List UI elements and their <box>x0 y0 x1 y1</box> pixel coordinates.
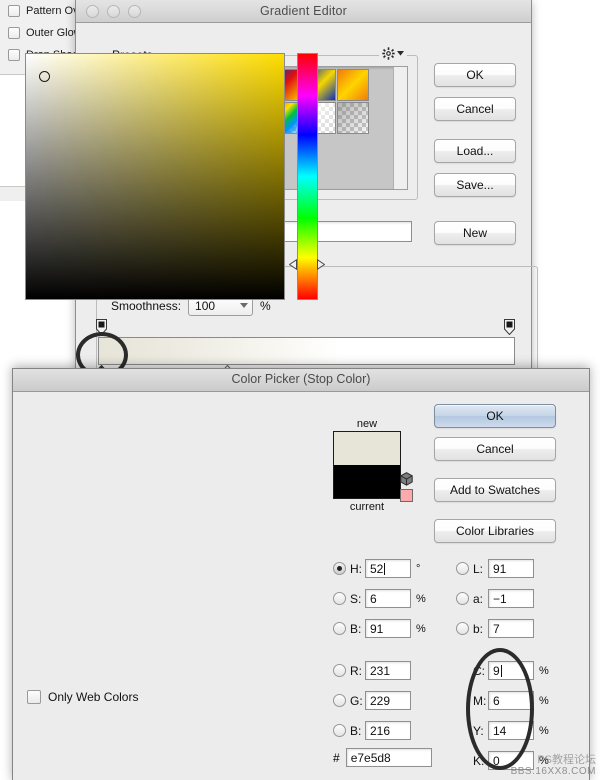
hue-marker-right-icon[interactable] <box>317 258 325 270</box>
black-unit: % <box>539 754 549 767</box>
brightness-label: B: <box>350 621 362 636</box>
gradient-editor-new-button[interactable]: New <box>434 221 516 245</box>
gradient-editor-cancel-button[interactable]: Cancel <box>434 97 516 121</box>
field-row-saturation[interactable]: S: 6 % <box>333 589 426 608</box>
radio-brightness[interactable] <box>333 622 346 635</box>
gradient-editor-save-button[interactable]: Save... <box>434 173 516 197</box>
field-row-red[interactable]: R: 231 <box>333 661 411 680</box>
checkbox-outer-glow[interactable] <box>8 27 20 39</box>
field-row-lab-b[interactable]: b: 7 <box>456 619 534 638</box>
field-row-hue[interactable]: H: 52 ° <box>333 559 420 578</box>
only-web-colors-label: Only Web Colors <box>48 690 139 704</box>
field-row-blue[interactable]: B: 216 <box>333 721 411 740</box>
gradient-editor-ok-button[interactable]: OK <box>434 63 516 87</box>
color-picker-color-libraries-button[interactable]: Color Libraries <box>434 519 556 543</box>
saturation-value-field[interactable] <box>25 53 285 300</box>
radio-green[interactable] <box>333 694 346 707</box>
field-row-lab-a[interactable]: a: −1 <box>456 589 534 608</box>
gradient-editor-title: Gradient Editor <box>259 4 348 18</box>
color-picker-cancel-button[interactable]: Cancel <box>434 437 556 461</box>
sv-marker-circle[interactable] <box>39 71 51 83</box>
color-preview-block: new current <box>333 418 401 513</box>
smoothness-label: Smoothness: <box>111 298 182 313</box>
checkbox-pattern-overlay[interactable] <box>8 5 20 17</box>
preset-swatch-neutral-density[interactable] <box>337 102 369 134</box>
saturation-input[interactable]: 6 <box>365 589 411 608</box>
lab-a-label: a: <box>473 591 484 606</box>
radio-lightness[interactable] <box>456 562 469 575</box>
opacity-stop-right[interactable] <box>504 319 515 336</box>
smoothness-value: 100 <box>195 298 216 313</box>
color-picker-ok-button[interactable]: OK <box>434 404 556 428</box>
radio-lab-b[interactable] <box>456 622 469 635</box>
brightness-unit: % <box>416 622 426 635</box>
hue-input[interactable]: 52 <box>365 559 411 578</box>
green-label: G: <box>350 693 363 708</box>
current-color-chip <box>334 465 400 498</box>
lab-b-label: b: <box>473 621 484 636</box>
layer-style-label: Outer Glow <box>26 27 82 39</box>
field-row-green[interactable]: G: 229 <box>333 691 411 710</box>
presets-scrollbar[interactable] <box>393 67 407 189</box>
hue-slider[interactable] <box>297 53 318 300</box>
preset-swatch-orange-yellow-orange[interactable] <box>337 69 369 101</box>
lab-b-input[interactable]: 7 <box>488 619 534 638</box>
checkbox-only-web-colors[interactable] <box>27 690 41 704</box>
screenshot-root: Pattern Overlay Outer Glow Drop Shadow G… <box>0 0 600 780</box>
color-picker-add-to-swatches-button[interactable]: Add to Swatches <box>434 478 556 502</box>
lightness-label: L: <box>473 561 484 576</box>
gradient-preview-bar[interactable] <box>98 337 515 365</box>
gear-icon <box>382 47 395 60</box>
hue-marker-left-icon[interactable] <box>289 258 297 270</box>
radio-lab-a[interactable] <box>456 592 469 605</box>
preset-swatch-fill <box>338 70 368 100</box>
color-preview-swatches[interactable] <box>333 431 401 499</box>
new-color-label: new <box>356 418 378 430</box>
cmyk-highlight-ellipse <box>466 648 534 770</box>
hex-prefix: # <box>333 750 340 765</box>
lab-a-input[interactable]: −1 <box>488 589 534 608</box>
radio-blue[interactable] <box>333 724 346 737</box>
smoothness-unit: % <box>260 298 271 313</box>
color-picker-titlebar[interactable]: Color Picker (Stop Color) <box>13 369 589 392</box>
gradient-editor-titlebar[interactable]: Gradient Editor <box>76 0 531 23</box>
field-row-lightness[interactable]: L: 91 <box>456 559 534 578</box>
field-row-brightness[interactable]: B: 91 % <box>333 619 426 638</box>
green-input[interactable]: 229 <box>365 691 411 710</box>
red-input[interactable]: 231 <box>365 661 411 680</box>
out-of-gamut-icon[interactable] <box>400 489 413 502</box>
saturation-unit: % <box>416 592 426 605</box>
red-label: R: <box>350 663 362 678</box>
gradient-editor-load-button[interactable]: Load... <box>434 139 516 163</box>
radio-red[interactable] <box>333 664 346 677</box>
magenta-unit: % <box>539 694 549 707</box>
radio-saturation[interactable] <box>333 592 346 605</box>
lightness-input[interactable]: 91 <box>488 559 534 578</box>
sv-gradient <box>26 54 284 299</box>
presets-gear-icon[interactable] <box>379 47 407 60</box>
new-color-chip <box>334 432 400 465</box>
preset-swatch-fill <box>338 103 368 133</box>
color-picker-title: Color Picker (Stop Color) <box>231 372 371 386</box>
checkbox-drop-shadow[interactable] <box>8 49 20 61</box>
brightness-input[interactable]: 91 <box>365 619 411 638</box>
hex-input[interactable]: e7e5d8 <box>345 748 432 767</box>
radio-hue[interactable] <box>333 562 346 575</box>
blue-input[interactable]: 216 <box>365 721 411 740</box>
chevron-down-icon <box>240 303 249 308</box>
current-color-label: current <box>349 501 385 513</box>
cyan-unit: % <box>539 664 549 677</box>
hue-label: H: <box>350 561 362 576</box>
blue-label: B: <box>350 723 362 738</box>
hue-unit: ° <box>416 562 421 575</box>
saturation-label: S: <box>350 591 362 606</box>
hex-row[interactable]: # e7e5d8 <box>333 748 432 767</box>
yellow-unit: % <box>539 724 549 737</box>
only-web-colors-row[interactable]: Only Web Colors <box>27 690 138 704</box>
chevron-down-icon <box>397 51 404 56</box>
